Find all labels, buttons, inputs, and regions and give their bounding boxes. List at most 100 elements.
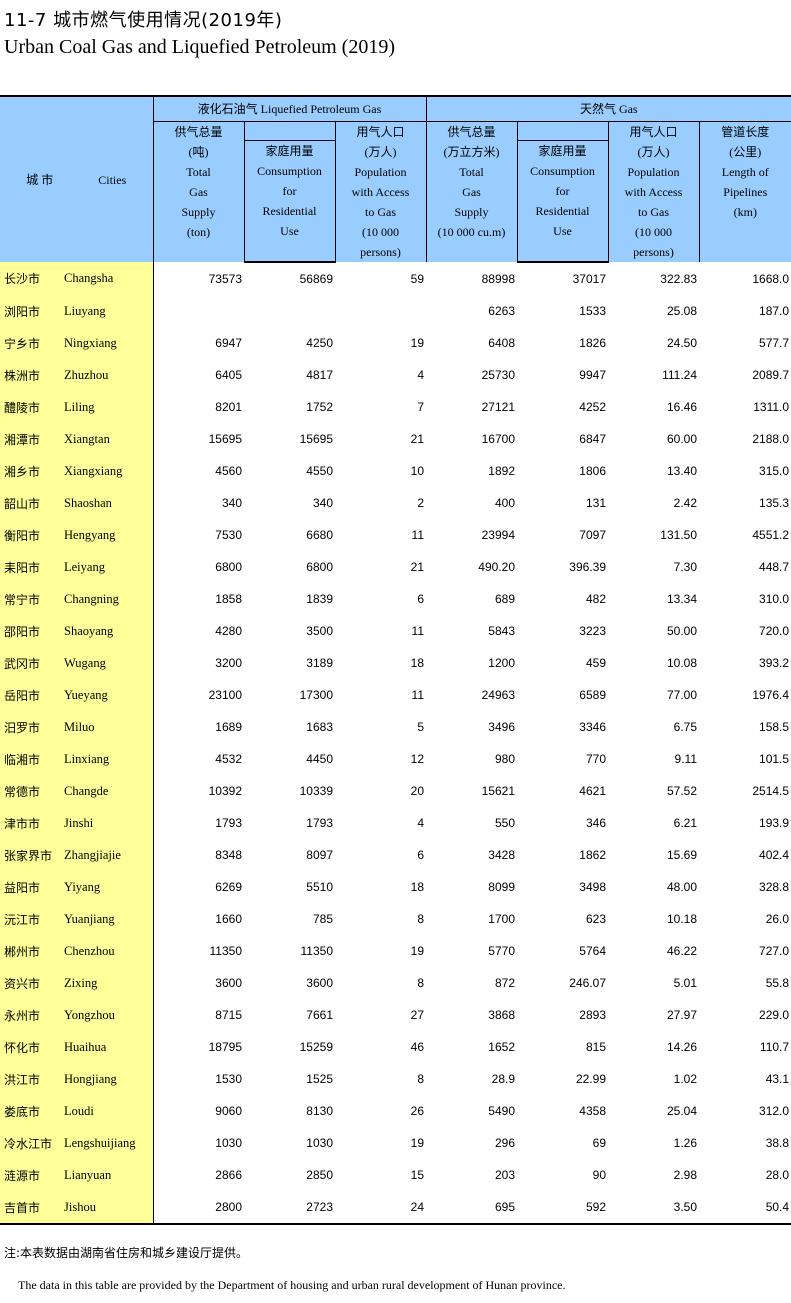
gas-total-cell: 25730 <box>481 368 515 382</box>
pipeline-length-cell: 1668.0 <box>752 271 790 286</box>
table-row: 吉首市 Jishou 2800 2723 24 695 592 3.50 50.4 <box>0 1191 791 1225</box>
gas-population-cell: 1.02 <box>673 1072 697 1086</box>
gas-population-cell: 46.22 <box>666 944 697 958</box>
pipe-line: 管道长度 <box>721 125 770 139</box>
city-en-cell: Shaoshan <box>62 487 154 519</box>
lpg-total-cell: 3600 <box>215 976 242 990</box>
gas-total-cell: 3868 <box>488 1008 515 1022</box>
gas-population-header: 用气人口 (万人) Population with Access to Gas (10 0… <box>607 121 699 262</box>
table-row: 浏阳市 Liuyang 6263 1533 25.08 187.0 <box>0 295 791 327</box>
gas-total-cell: 23994 <box>481 528 515 542</box>
city-en-cell: Liling <box>62 391 154 423</box>
pipeline-length-cell: 328.8 <box>759 880 790 894</box>
lpg-residential-cell: 3600 <box>306 976 333 990</box>
table-row: 怀化市 Huaihua 18795 15259 46 1652 815 14.26 110.7 <box>0 1031 791 1063</box>
table-row: 常宁市 Changning 1858 1839 6 689 482 13.34 310.0 <box>0 583 791 615</box>
lpg-residential-cell: 6680 <box>306 528 333 542</box>
pipeline-length-cell: 229.0 <box>759 1008 790 1022</box>
gas-population-cell: 13.34 <box>666 592 697 606</box>
lpg-population-cell: 7 <box>417 400 424 414</box>
pipeline-length-cell: 315.0 <box>759 464 790 478</box>
lpg-residential-cell: 56869 <box>299 272 333 286</box>
gas-residential-cell: 6847 <box>579 432 606 446</box>
lpg-pop-line: Population <box>354 165 407 179</box>
city-en-cell: Wugang <box>62 647 154 679</box>
pipeline-length-cell: 2514.5 <box>752 784 790 798</box>
lpg-total-line: Gas <box>189 185 208 199</box>
lpg-total-cell: 8715 <box>215 1008 242 1022</box>
gas-residential-cell: 69 <box>592 1136 606 1150</box>
gas-total-line: (万立方米) <box>443 145 500 159</box>
table-row: 醴陵市 Liling 8201 1752 7 27121 4252 16.46 1311.0 <box>0 391 791 423</box>
city-en-cell: Changning <box>62 583 154 615</box>
lpg-residential-cell: 1525 <box>306 1072 333 1086</box>
table-row: 武冈市 Wugang 3200 3189 18 1200 459 10.08 393.2 <box>0 647 791 679</box>
lpg-total-cell: 4280 <box>215 624 242 638</box>
gas-residential-cell: 1826 <box>579 336 606 350</box>
pipeline-length-cell: 310.0 <box>759 592 790 606</box>
pipeline-length-cell: 393.2 <box>759 656 790 670</box>
lpg-population-cell: 18 <box>410 656 424 670</box>
lpg-population-cell: 15 <box>410 1168 424 1182</box>
city-en-cell: Shaoyang <box>62 615 154 647</box>
gas-population-cell: 15.69 <box>666 848 697 862</box>
lpg-total-line: (吨) <box>188 145 209 159</box>
city-en-cell: Zhuzhou <box>62 359 154 391</box>
gas-residential-cell: 9947 <box>579 368 606 382</box>
table-row: 衡阳市 Hengyang 7530 6680 11 23994 7097 131.50 4551… <box>0 519 791 551</box>
table-row: 宁乡市 Ningxiang 6947 4250 19 6408 1826 24.50 577.7 <box>0 327 791 359</box>
gas-residential-cell: 592 <box>517 1191 608 1225</box>
city-cn-cell: 益阳市 <box>0 871 62 903</box>
gas-total-cell: 1200 <box>488 656 515 670</box>
gas-residential-cell: 37017 <box>572 272 606 286</box>
pipeline-length-cell: 448.7 <box>759 560 790 574</box>
lpg-population-cell: 12 <box>410 752 424 766</box>
lpg-population-cell: 24 <box>335 1191 426 1225</box>
lpg-residential-cell: 15695 <box>299 432 333 446</box>
lpg-population-cell: 20 <box>410 784 424 798</box>
gas-pop-line: persons) <box>633 245 674 259</box>
lpg-res-line: 家庭用量 <box>265 144 314 158</box>
pipeline-length-cell: 110.7 <box>759 1040 790 1054</box>
pipeline-length-cell: 4551.2 <box>752 528 790 542</box>
city-en-cell: Liuyang <box>62 295 154 327</box>
gas-total-cell: 3496 <box>488 720 515 734</box>
lpg-population-cell: 8 <box>417 976 424 990</box>
city-en-cell: Leiyang <box>62 551 154 583</box>
city-cn-cell: 醴陵市 <box>0 391 62 423</box>
table-row: 湘潭市 Xiangtan 15695 15695 21 16700 6847 60.00 218… <box>0 423 791 455</box>
lpg-population-cell: 18 <box>410 880 424 894</box>
gas-total-cell: 8099 <box>488 880 515 894</box>
lpg-residential-cell: 6800 <box>306 560 333 574</box>
lpg-population-cell: 11 <box>411 624 424 638</box>
lpg-total-line: Supply <box>181 205 216 219</box>
lpg-total-cell: 1530 <box>215 1072 242 1086</box>
lpg-population-cell: 26 <box>410 1104 424 1118</box>
lpg-population-cell: 19 <box>410 944 424 958</box>
city-en-cell: Jishou <box>62 1191 154 1225</box>
lpg-population-cell: 6 <box>417 592 424 606</box>
lpg-residential-cell: 340 <box>312 496 333 510</box>
city-en-cell: Linxiang <box>62 743 154 775</box>
lpg-pop-line: with Access <box>351 185 410 199</box>
gas-population-cell: 3.50 <box>608 1191 699 1225</box>
city-cn-cell: 长沙市 <box>0 262 62 295</box>
lpg-population-cell: 10 <box>410 464 424 478</box>
table-row: 长沙市 Changsha 73573 56869 59 88998 37017 322.83 1… <box>0 262 791 295</box>
city-en-cell: Xiangtan <box>62 423 154 455</box>
gas-pop-line: (万人) <box>637 145 670 159</box>
pipeline-length-cell: 38.8 <box>765 1136 790 1150</box>
gas-total-cell: 3428 <box>488 848 515 862</box>
gas-residential-cell: 815 <box>585 1040 606 1054</box>
gas-total-cell: 1892 <box>488 464 515 478</box>
gas-population-cell: 27.97 <box>666 1008 697 1022</box>
lpg-total-line: (ton) <box>186 225 211 239</box>
lpg-population-cell: 4 <box>417 368 424 382</box>
city-en-cell: Huaihua <box>62 1031 154 1063</box>
city-en-cell: Hengyang <box>62 519 154 551</box>
gas-total-cell: 28.9 <box>491 1072 515 1086</box>
lpg-population-cell: 2 <box>417 496 424 510</box>
lpg-residential-cell: 3500 <box>306 624 333 638</box>
lpg-residential-header: 家庭用量 Consumption for Residential Use <box>243 140 335 263</box>
gas-total-line: Total <box>459 165 484 179</box>
